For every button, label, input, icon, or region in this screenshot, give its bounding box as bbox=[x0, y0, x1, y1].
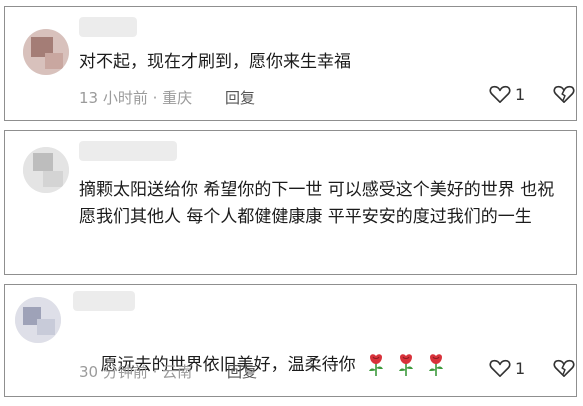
comment-time: 30 分钟前 bbox=[79, 363, 148, 381]
comment-location: 云南 bbox=[162, 363, 193, 381]
comment-meta: 13 小时前 · 重庆 bbox=[79, 89, 193, 107]
rose-emoji bbox=[428, 354, 443, 376]
avatar[interactable] bbox=[23, 29, 69, 75]
comment-card-3: 愿远去的世界依旧美好，温柔待你 30 分钟前 · 云南 回复 1 bbox=[4, 284, 577, 397]
rose-emoji bbox=[398, 354, 413, 376]
username-blurred bbox=[79, 141, 177, 161]
emoji-row bbox=[356, 354, 446, 376]
broken-heart-icon bbox=[553, 359, 575, 377]
rose-emoji bbox=[368, 354, 383, 376]
comment-card-1: 对不起，现在才刷到，愿你来生幸福 13 小时前 · 重庆 回复 1 bbox=[4, 6, 577, 121]
username-blurred bbox=[73, 291, 135, 311]
heart-icon bbox=[489, 359, 511, 377]
comment-text: 对不起，现在才刷到，愿你来生幸福 bbox=[79, 52, 351, 72]
heart-icon bbox=[489, 85, 511, 103]
avatar[interactable] bbox=[15, 297, 61, 343]
like-button[interactable]: 1 bbox=[489, 358, 525, 378]
comment-card-2: 摘颗太阳送给你 希望你的下一世 可以感受这个美好的世界 也祝愿我们其他人 每个人… bbox=[4, 130, 577, 275]
like-count: 1 bbox=[515, 358, 526, 378]
like-button[interactable]: 1 bbox=[489, 84, 525, 104]
dislike-button[interactable] bbox=[553, 84, 575, 108]
reply-button[interactable]: 回复 bbox=[227, 361, 257, 382]
avatar[interactable] bbox=[23, 147, 69, 193]
comment-meta: 30 分钟前 · 云南 bbox=[79, 363, 193, 381]
dislike-button[interactable] bbox=[553, 358, 575, 382]
comment-text: 摘颗太阳送给你 希望你的下一世 可以感受这个美好的世界 也祝愿我们其他人 每个人… bbox=[79, 180, 555, 227]
username-blurred bbox=[79, 17, 137, 37]
comment-time: 13 小时前 bbox=[79, 89, 148, 107]
broken-heart-icon bbox=[553, 85, 575, 103]
comment-location: 重庆 bbox=[162, 89, 193, 107]
reply-button[interactable]: 回复 bbox=[225, 87, 255, 108]
like-count: 1 bbox=[515, 84, 526, 104]
